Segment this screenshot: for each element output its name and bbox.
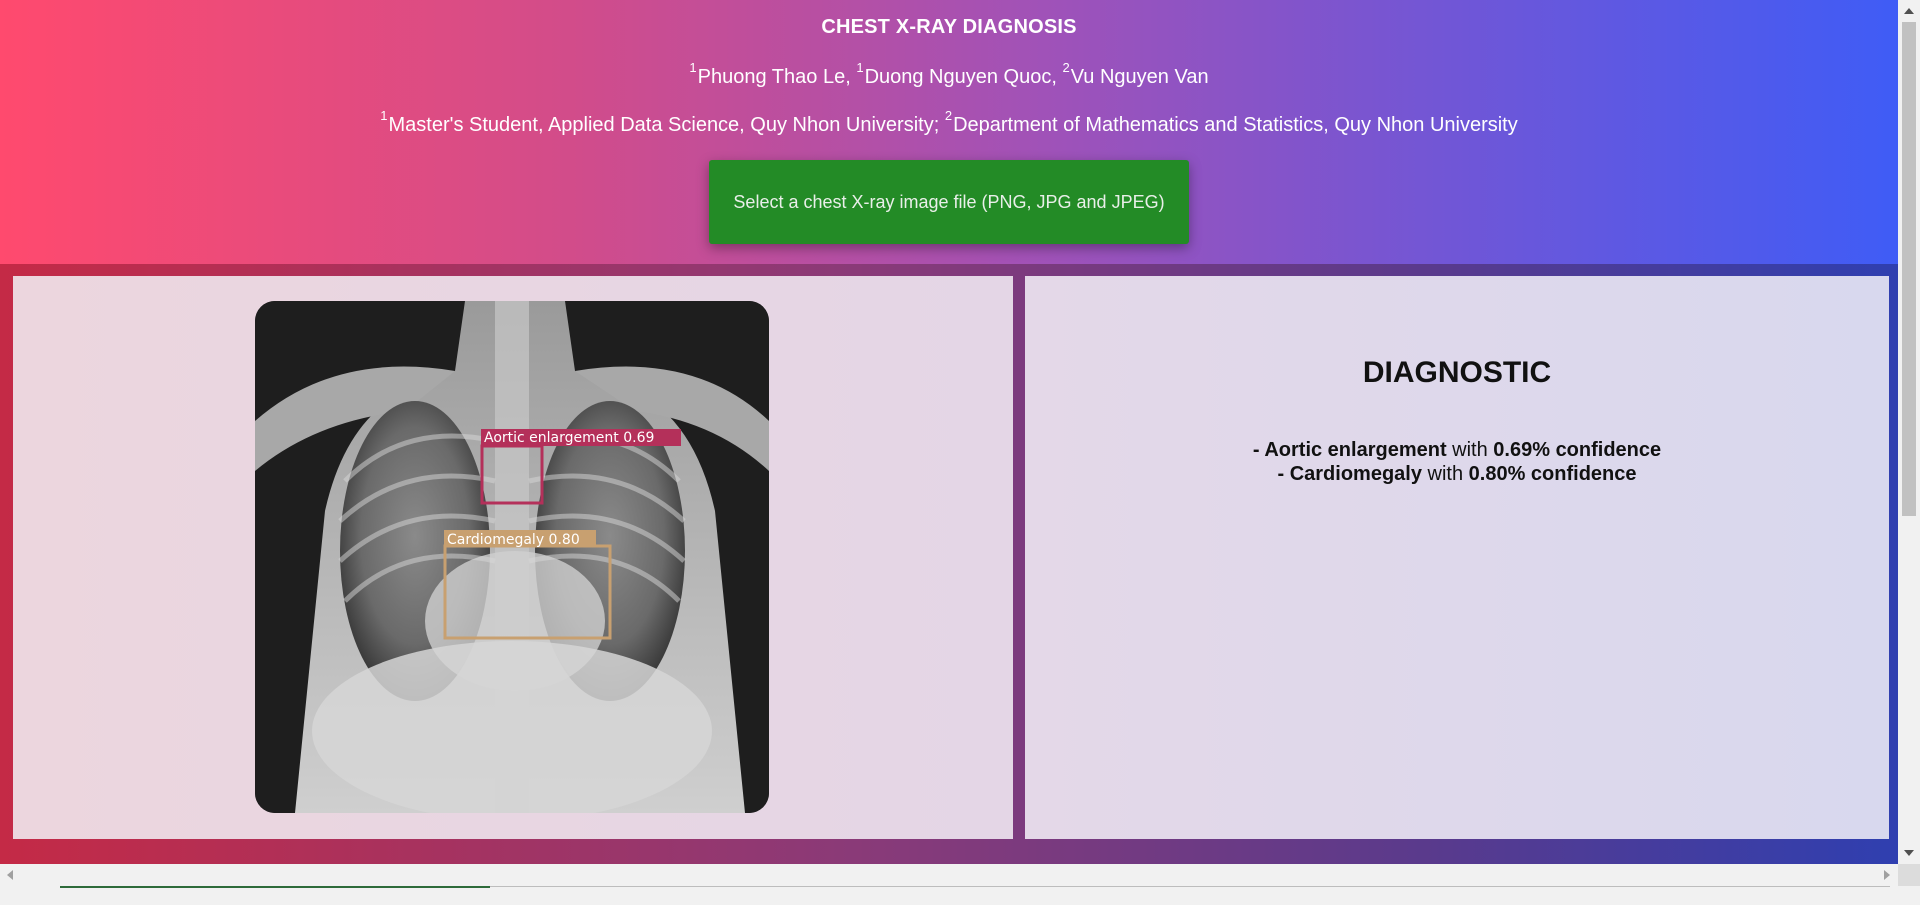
vertical-scrollbar[interactable] — [1898, 0, 1920, 864]
image-panel: Aortic enlargement 0.69 Cardiomegaly 0.8… — [13, 276, 1013, 839]
diagnostic-list: - Aortic enlargement with 0.69% confiden… — [1025, 438, 1889, 486]
diagnostic-panel: DIAGNOSTIC - Aortic enlargement with 0.6… — [1025, 276, 1889, 839]
affiliation-2: Department of Mathematics and Statistics… — [953, 114, 1518, 136]
author-1: Phuong Thao Le, — [697, 66, 851, 88]
finding-name: Cardiomegaly — [1289, 463, 1422, 485]
item-prefix: - — [1252, 439, 1265, 461]
item-prefix: - — [1277, 463, 1290, 485]
affiliation-1: Master's Student, Applied Data Science, … — [388, 114, 940, 136]
confidence-text: 0.69% confidence — [1493, 439, 1662, 461]
authors-line: 1Phuong Thao Le, 1Duong Nguyen Quoc, 2Vu… — [0, 60, 1898, 89]
vertical-scroll-thumb[interactable] — [1902, 22, 1916, 516]
cardiomegaly-label: Cardiomegaly 0.80 — [447, 532, 580, 548]
bottom-divider — [490, 886, 1890, 887]
upload-file-button[interactable]: Select a chest X-ray image file (PNG, JP… — [709, 160, 1189, 244]
xray-svg: Aortic enlargement 0.69 Cardiomegaly 0.8… — [255, 301, 769, 813]
header: CHEST X-RAY DIAGNOSIS 1Phuong Thao Le, 1… — [0, 0, 1898, 264]
horizontal-scrollbar[interactable] — [0, 864, 1898, 886]
affiliation-1-sup: 1 — [380, 108, 388, 123]
aortic-label: Aortic enlargement 0.69 — [484, 430, 654, 446]
confidence-text: 0.80% confidence — [1468, 463, 1637, 485]
author-1-sup: 1 — [689, 60, 697, 75]
author-3-sup: 2 — [1062, 60, 1070, 75]
with-text: with — [1446, 439, 1494, 461]
scroll-left-icon[interactable] — [7, 870, 13, 880]
page: CHEST X-RAY DIAGNOSIS 1Phuong Thao Le, 1… — [0, 0, 1898, 864]
with-text: with — [1421, 463, 1469, 485]
scroll-up-icon[interactable] — [1904, 8, 1914, 14]
xray-image: Aortic enlargement 0.69 Cardiomegaly 0.8… — [255, 301, 769, 813]
bottom-divider-accent — [60, 886, 490, 888]
author-2-sup: 1 — [856, 60, 864, 75]
diagnostic-title: DIAGNOSTIC — [1362, 356, 1552, 389]
scroll-right-icon[interactable] — [1884, 870, 1890, 880]
bottom-strip — [0, 886, 1920, 905]
finding-name: Aortic enlargement — [1264, 439, 1447, 461]
author-3: Vu Nguyen Van — [1070, 66, 1209, 88]
diagnostic-item: - Aortic enlargement with 0.69% confiden… — [1025, 438, 1889, 462]
scrollbar-corner — [1898, 864, 1920, 886]
page-title: CHEST X-RAY DIAGNOSIS — [821, 16, 1077, 38]
affiliations-line: 1Master's Student, Applied Data Science,… — [0, 108, 1898, 137]
scroll-down-icon[interactable] — [1904, 850, 1914, 856]
affiliation-2-sup: 2 — [944, 108, 953, 123]
author-2: Duong Nguyen Quoc, — [864, 66, 1057, 88]
diagnostic-item: - Cardiomegaly with 0.80% confidence — [1025, 462, 1889, 486]
abdomen-shape — [312, 641, 712, 813]
